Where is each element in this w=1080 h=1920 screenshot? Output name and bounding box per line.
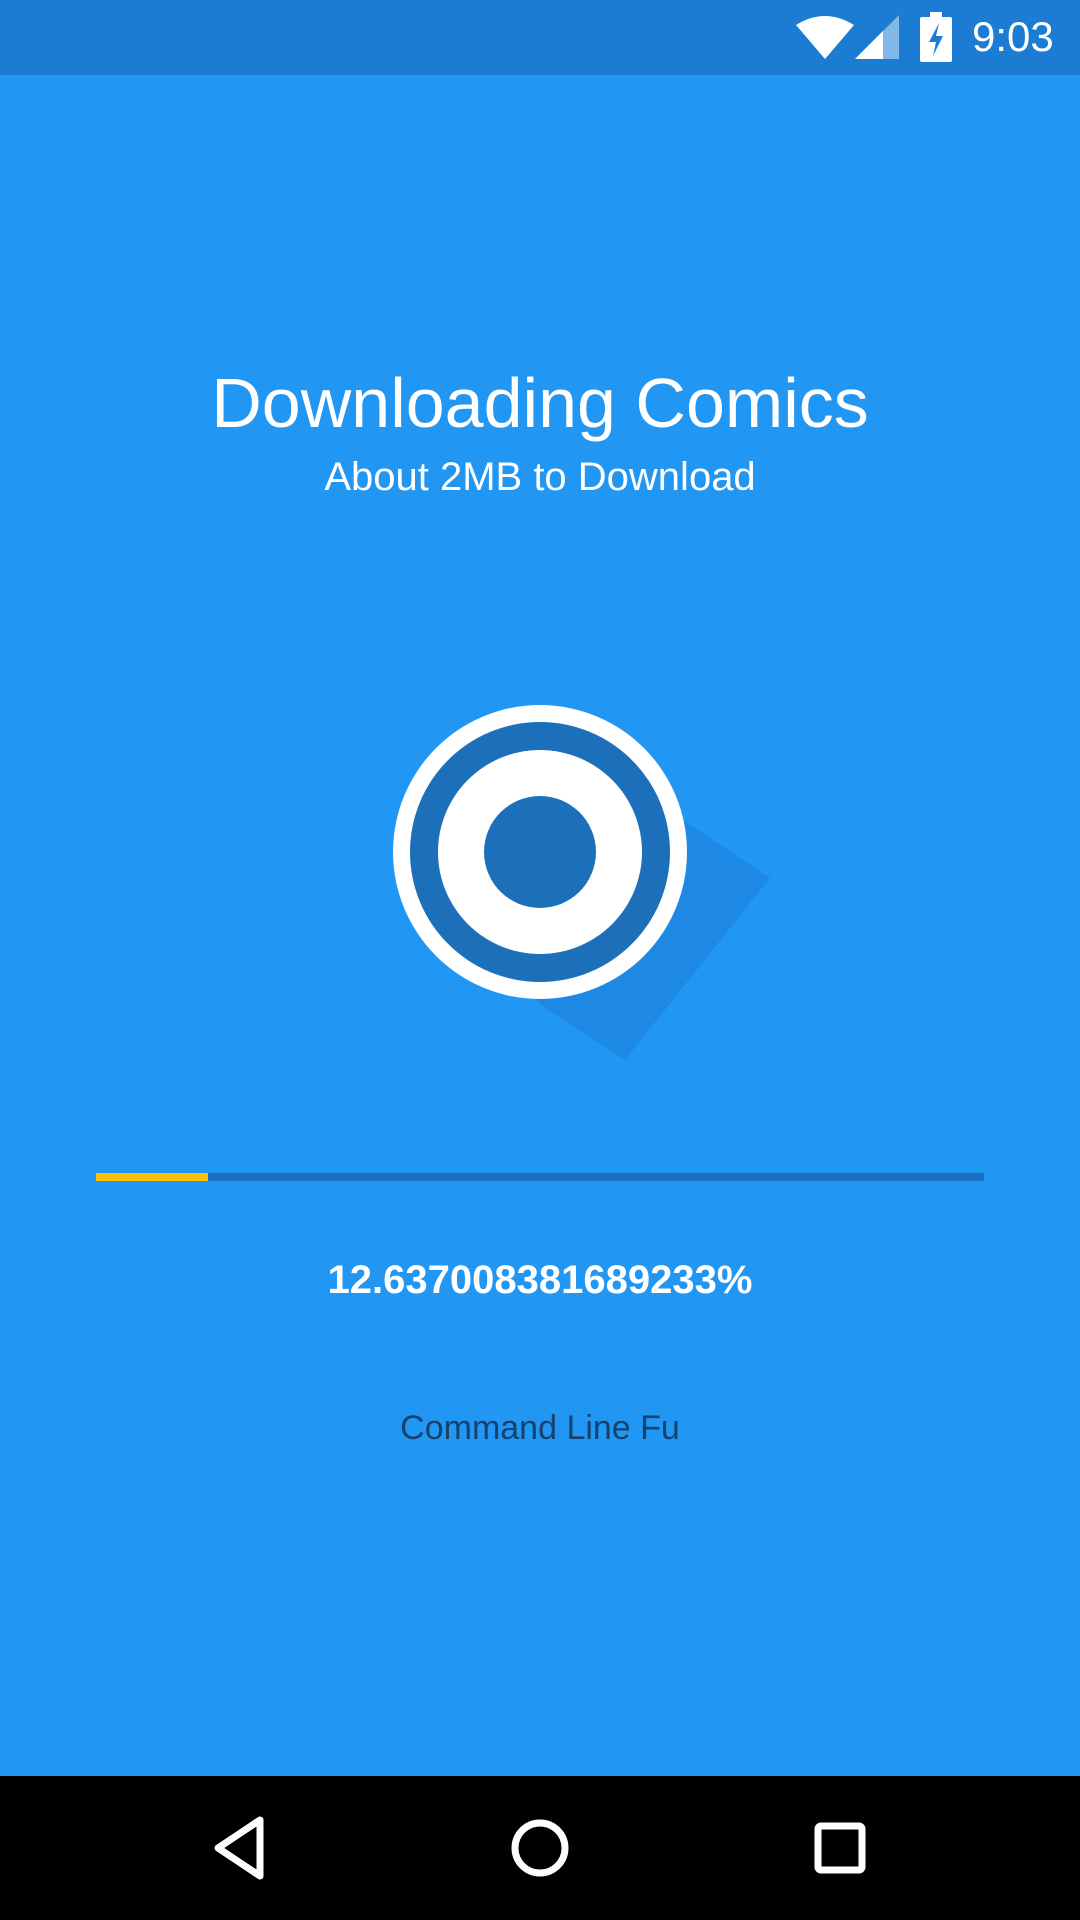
navigation-bar — [0, 1776, 1080, 1920]
battery-charging-icon — [920, 12, 952, 62]
download-size-subtitle: About 2MB to Download — [324, 455, 756, 499]
wifi-icon — [796, 16, 854, 59]
status-bar: 9:03 — [0, 0, 1080, 75]
current-comic-name: Command Line Fu — [400, 1409, 680, 1447]
page-title: Downloading Comics — [211, 364, 869, 442]
recents-icon[interactable] — [798, 1806, 882, 1890]
status-time: 9:03 — [972, 13, 1054, 60]
back-icon[interactable] — [198, 1806, 282, 1890]
home-icon[interactable] — [498, 1806, 582, 1890]
target-logo-icon — [393, 705, 770, 1060]
download-progress-bar — [96, 1173, 984, 1181]
download-screen: 9:03 Downloading Comics About 2MB to Dow… — [0, 0, 1080, 1920]
progress-percent-text: 12.637008381689233% — [327, 1258, 753, 1302]
cell-signal-icon — [855, 15, 899, 59]
download-progress-fill — [96, 1173, 209, 1181]
